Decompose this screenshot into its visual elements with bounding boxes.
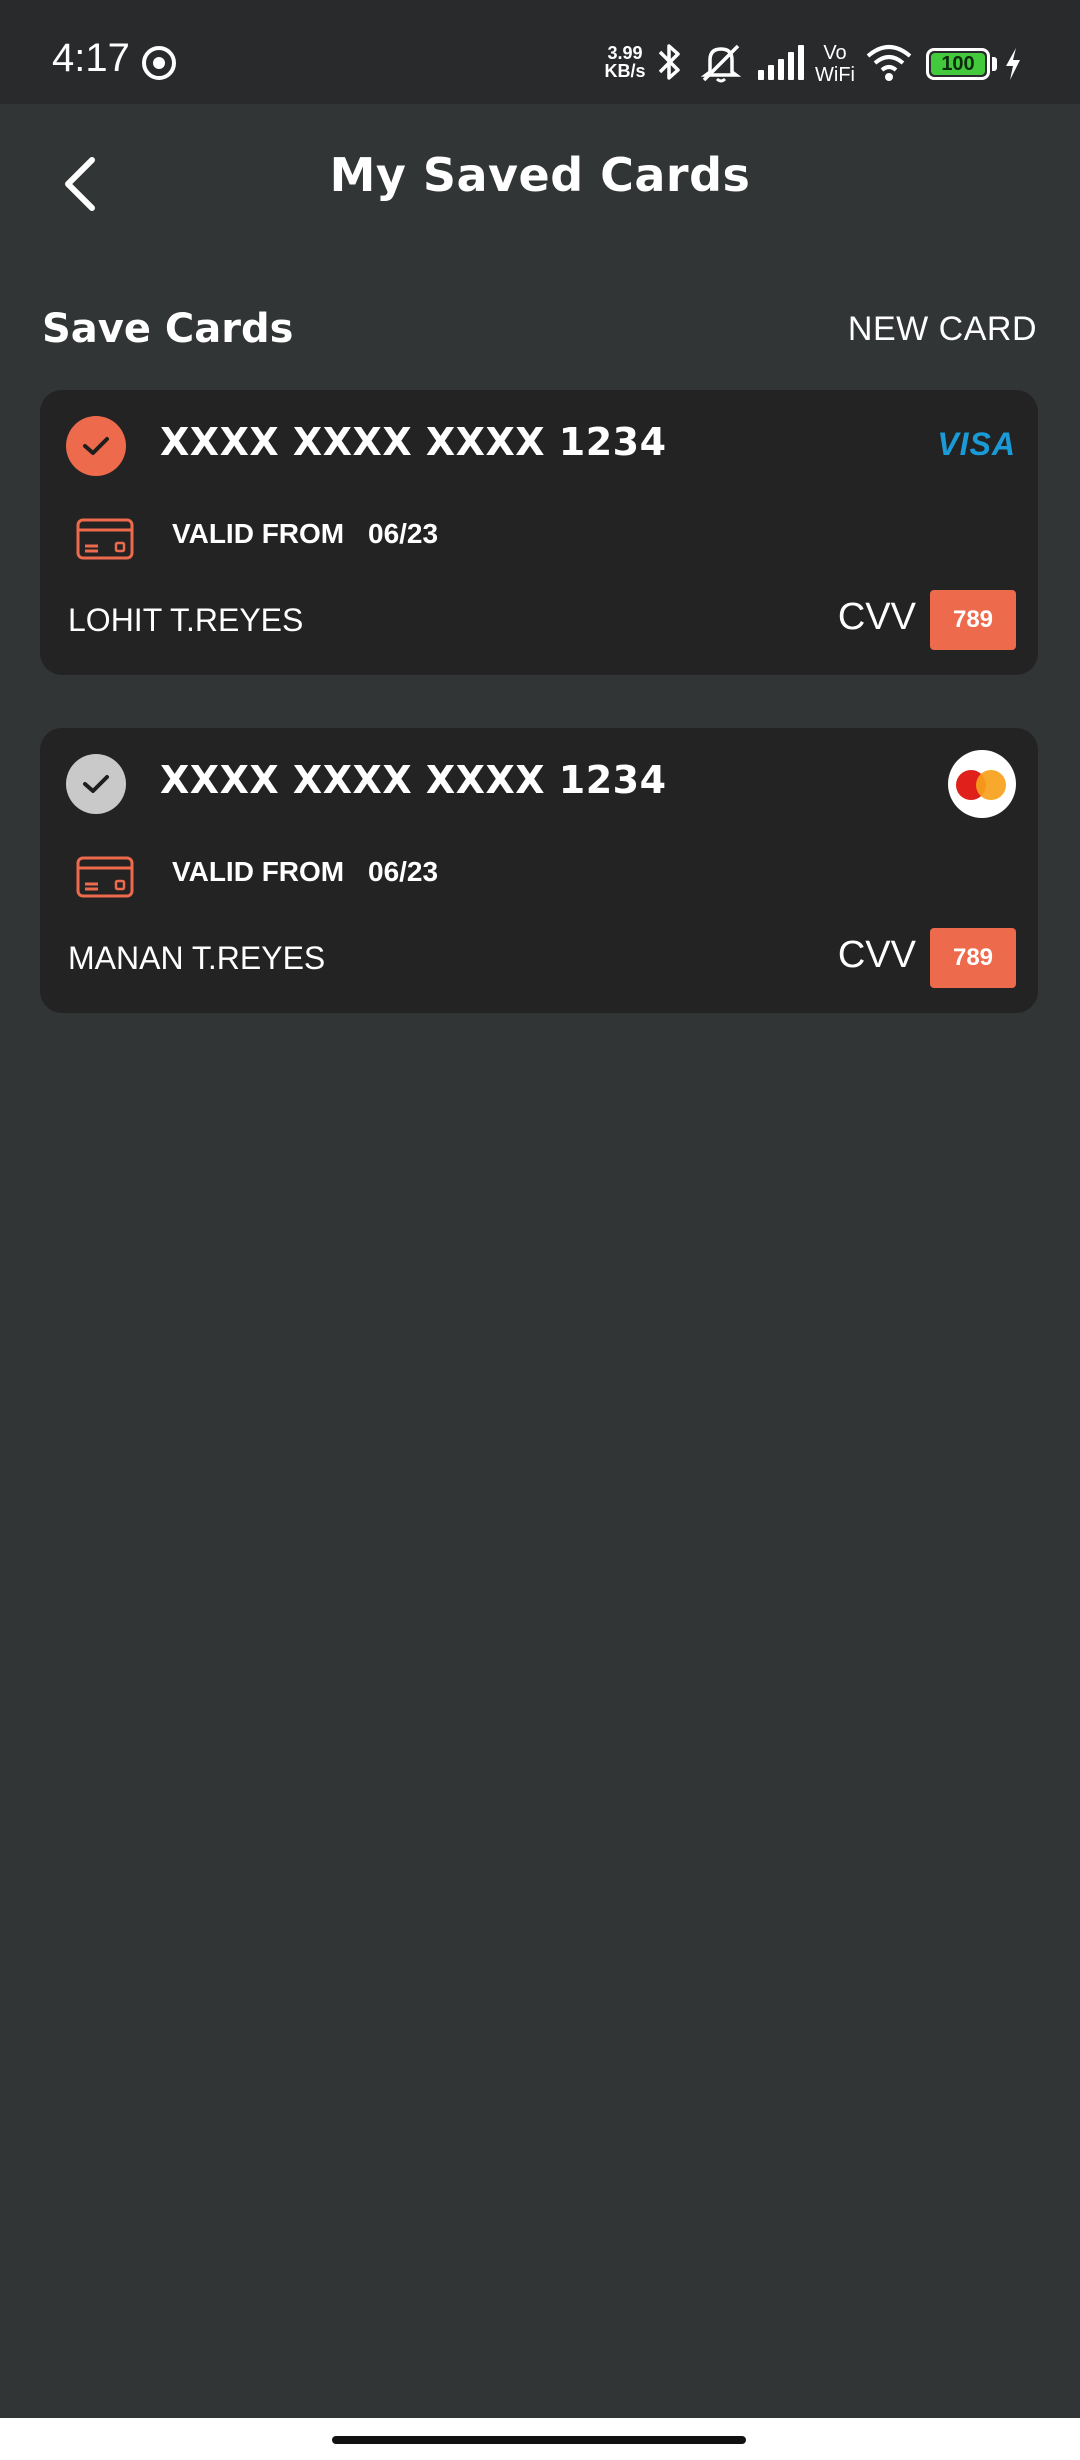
visa-logo: VISA — [937, 426, 1016, 462]
valid-from-date: 06/23 — [368, 856, 439, 887]
battery-level: 100 — [931, 53, 985, 75]
muted-bell-icon — [700, 44, 742, 83]
bluetooth-icon — [658, 44, 680, 80]
card-unselected-indicator[interactable] — [66, 754, 126, 814]
network-speed-unit: KB/s — [604, 61, 646, 81]
saved-card-mastercard[interactable]: XXXX XXXX XXXX 1234 VALID FROM 06/23 MAN… — [40, 728, 1038, 1013]
battery-icon: 100 — [926, 48, 990, 80]
valid-from-label: VALID FROM — [172, 856, 345, 887]
network-speed-value: 3.99 — [607, 43, 643, 63]
card-holder-name: LOHIT T.REYES — [68, 602, 304, 638]
status-bar: 4:17 3.99 KB/s Vo WiFi 100 — [0, 0, 1080, 104]
card-selected-indicator[interactable] — [66, 416, 126, 476]
mastercard-orange-circle — [976, 770, 1006, 800]
wifi-icon — [866, 45, 912, 81]
status-time: 4:17 — [52, 36, 130, 80]
battery-cap — [992, 57, 997, 71]
notification-dot-icon — [142, 46, 176, 80]
charging-bolt-icon — [1006, 48, 1020, 80]
home-indicator[interactable] — [332, 2436, 746, 2444]
valid-from-label: VALID FROM — [172, 518, 345, 549]
check-icon — [83, 775, 109, 793]
card-number: XXXX XXXX XXXX 1234 — [160, 758, 667, 802]
credit-card-icon — [76, 856, 134, 898]
top-app-bar: My Saved Cards — [0, 104, 1080, 264]
credit-card-icon — [76, 518, 134, 560]
card-holder-name: MANAN T.REYES — [68, 940, 326, 976]
signal-icon — [758, 45, 804, 80]
vowifi-bottom: WiFi — [815, 64, 855, 86]
check-icon — [83, 437, 109, 455]
cvv-label: CVV — [837, 596, 916, 638]
vowifi-top: Vo — [823, 42, 847, 64]
section-title: Save Cards — [42, 306, 294, 352]
network-speed: 3.99 KB/s — [600, 44, 650, 80]
cvv-value: 789 — [930, 590, 1016, 650]
saved-card-visa[interactable]: XXXX XXXX XXXX 1234 VISA VALID FROM 06/2… — [40, 390, 1038, 675]
valid-from-date: 06/23 — [368, 518, 439, 549]
new-card-button[interactable]: NEW CARD — [848, 310, 1037, 349]
cvv-label: CVV — [837, 934, 916, 976]
vowifi-indicator: Vo WiFi — [810, 42, 860, 86]
page-title: My Saved Cards — [329, 148, 751, 202]
card-number: XXXX XXXX XXXX 1234 — [160, 420, 667, 464]
cvv-value: 789 — [930, 928, 1016, 988]
mastercard-logo — [948, 750, 1016, 818]
